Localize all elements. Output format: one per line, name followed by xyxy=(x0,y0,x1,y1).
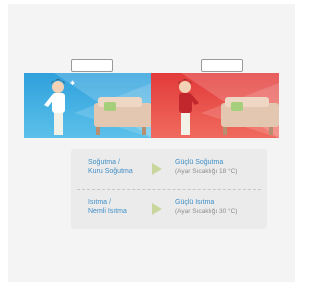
mode-row-heating: Isıtma / Nemli Isıtma Güçlü Isıtma (Ayar… xyxy=(71,189,267,229)
mode-table: Soğutma / Kuru Soğutma Güçlü Soğutma (Ay… xyxy=(71,149,267,229)
mode-label-line2: Nemli Isıtma xyxy=(88,208,127,215)
svg-text:✱: ✱ xyxy=(70,80,75,87)
result-title: Güçlü Soğutma xyxy=(175,159,224,166)
ac-unit-icon xyxy=(71,59,113,72)
content-panel: ✱ Soğutma / Kuru Soğutma Güçlü Soğutma (… xyxy=(8,4,295,282)
mode-result: Güçlü Soğutma (Ayar Sıcaklığı 18 °C) xyxy=(175,158,267,176)
result-note: (Ayar Sıcaklığı 30 °C) xyxy=(175,208,238,215)
mode-label-line1: Isıtma / xyxy=(88,199,111,206)
cooling-illustration: ✱ xyxy=(24,73,152,138)
result-note: (Ayar Sıcaklığı 18 °C) xyxy=(175,168,238,175)
mode-result: Güçlü Isıtma (Ayar Sıcaklığı 30 °C) xyxy=(175,198,267,216)
arrow-right-icon xyxy=(152,163,162,175)
heating-scene xyxy=(151,73,279,138)
arrow-right-icon xyxy=(152,203,162,215)
mode-label: Soğutma / Kuru Soğutma xyxy=(88,158,158,176)
result-title: Güçlü Isıtma xyxy=(175,199,215,206)
mode-label-line1: Soğutma / xyxy=(88,159,120,166)
mode-row-cooling: Soğutma / Kuru Soğutma Güçlü Soğutma (Ay… xyxy=(71,149,267,189)
mode-label: Isıtma / Nemli Isıtma xyxy=(88,198,158,216)
cooling-scene: ✱ xyxy=(24,73,152,138)
heating-illustration xyxy=(151,73,279,138)
ac-unit-icon xyxy=(201,59,243,72)
mode-label-line2: Kuru Soğutma xyxy=(88,168,133,175)
